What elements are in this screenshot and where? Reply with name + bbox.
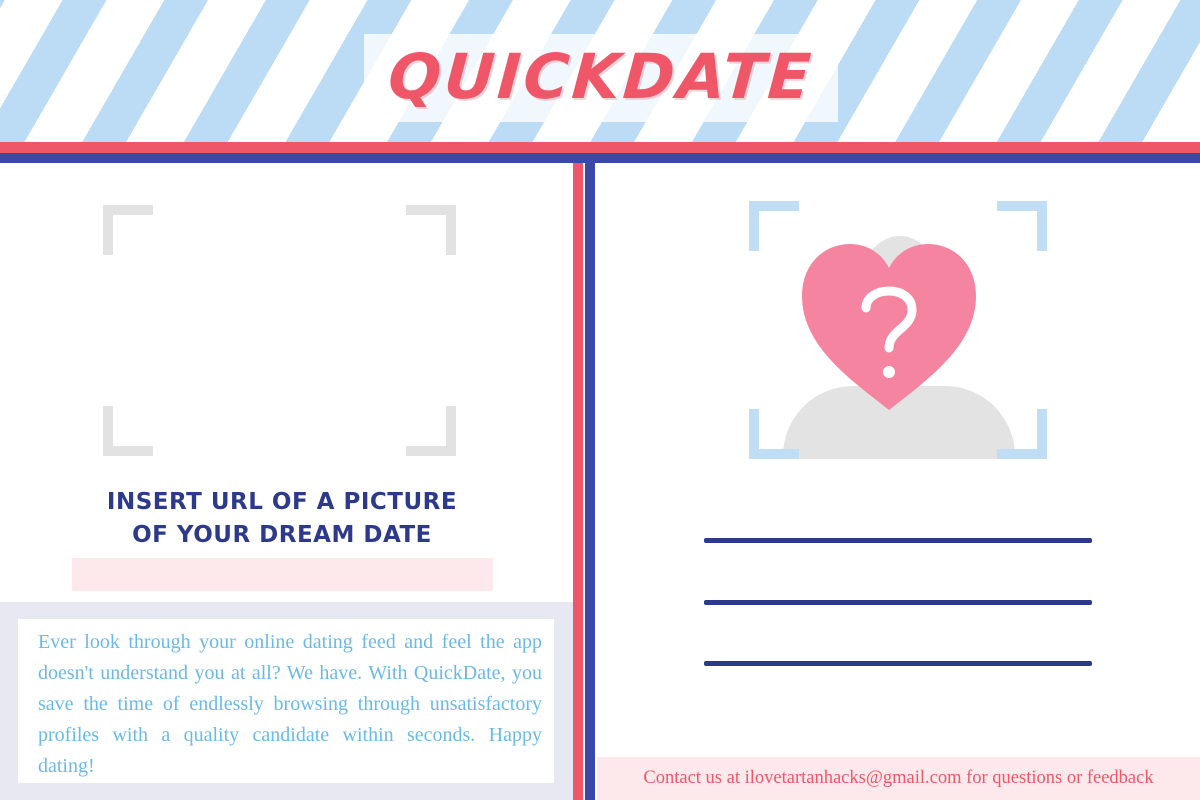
corner-bracket-icon xyxy=(103,406,153,456)
center-divider-red xyxy=(573,163,583,800)
about-text: Ever look through your online dating fee… xyxy=(38,631,542,777)
header-divider-blue xyxy=(0,153,1200,163)
app-title: QUICKDATE xyxy=(386,39,816,113)
profile-photo-frame xyxy=(749,201,1047,459)
url-prompt-line1: INSERT URL OF A PICTURE xyxy=(106,489,458,515)
corner-bracket-icon xyxy=(406,406,456,456)
image-preview-area[interactable] xyxy=(103,205,456,456)
corner-bracket-icon xyxy=(406,205,456,255)
contact-footer: Contact us at ilovetartanhacks@gmail.com… xyxy=(597,757,1200,800)
center-divider-blue xyxy=(585,163,595,800)
corner-bracket-icon xyxy=(997,409,1047,459)
corner-bracket-icon xyxy=(749,201,799,251)
header-divider-red xyxy=(0,142,1200,153)
picture-url-input[interactable] xyxy=(72,558,493,591)
url-prompt-line2: OF YOUR DREAM DATE xyxy=(132,522,432,548)
header-banner: QUICKDATE xyxy=(0,0,1200,142)
profile-detail-line xyxy=(704,600,1092,605)
corner-bracket-icon xyxy=(997,201,1047,251)
profile-detail-line xyxy=(704,661,1092,666)
contact-text[interactable]: Contact us at ilovetartanhacks@gmail.com… xyxy=(643,768,1153,789)
url-prompt: INSERT URL OF A PICTURE OF YOUR DREAM DA… xyxy=(80,486,484,552)
about-card: Ever look through your online dating fee… xyxy=(18,619,554,783)
corner-bracket-icon xyxy=(103,205,153,255)
profile-detail-line xyxy=(704,538,1092,543)
corner-bracket-icon xyxy=(749,409,799,459)
